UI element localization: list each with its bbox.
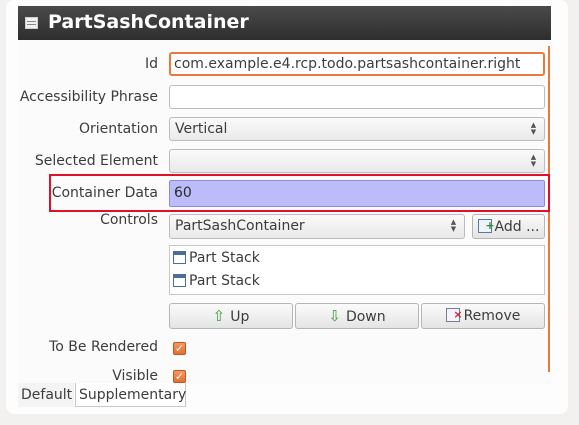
id-field[interactable]: com.example.e4.rcp.todo.partsashcontaine… [169, 52, 545, 76]
id-label: Id [144, 56, 158, 72]
down-button[interactable]: ⇩ Down [295, 303, 419, 329]
remove-icon [445, 303, 463, 327]
arrow-up-icon: ⇧ [212, 307, 226, 325]
selected-element-label: Selected Element [34, 153, 158, 169]
accessibility-label: Accessibility Phrase [19, 89, 158, 105]
list-item-label: Part Stack [189, 273, 260, 289]
spinner-icon: ▲ ▼ [530, 121, 537, 136]
add-button-label: Add ... [494, 219, 540, 235]
arrow-down-icon: ⇩ [328, 307, 341, 325]
tab-supplementary[interactable]: Supplementary [75, 383, 186, 407]
controls-type-value: PartSashContainer [175, 218, 305, 234]
selected-element-select[interactable]: ▲ ▼ [169, 149, 545, 173]
to-be-rendered-checkbox[interactable]: ✓ [173, 342, 186, 355]
visible-checkbox[interactable]: ✓ [173, 370, 186, 383]
controls-type-select[interactable]: PartSashContainer ▲ ▼ [169, 214, 465, 239]
orientation-value: Vertical [175, 121, 228, 137]
container-data-label: Container Data [51, 185, 158, 201]
title-bar: PartSashContainer [18, 6, 551, 40]
spinner-icon: ▲ ▼ [530, 153, 537, 168]
tab-default[interactable]: Default [18, 383, 74, 407]
remove-button[interactable]: Remove [421, 303, 545, 329]
list-item[interactable]: Part Stack [173, 247, 260, 269]
container-data-field[interactable]: 60 [169, 180, 545, 207]
window-icon [25, 17, 38, 29]
up-button-label: Up [230, 309, 250, 325]
add-button[interactable]: Add ... [472, 214, 545, 239]
up-button[interactable]: ⇧ Up [169, 303, 293, 329]
part-stack-icon [173, 274, 186, 287]
visible-label: Visible [112, 368, 158, 384]
accessibility-field[interactable] [169, 85, 545, 109]
part-stack-icon [173, 251, 186, 264]
down-button-label: Down [345, 309, 386, 325]
list-item-label: Part Stack [189, 250, 260, 266]
spinner-icon: ▲ ▼ [450, 218, 457, 233]
to-be-rendered-label: To Be Rendered [49, 339, 158, 355]
page-title: PartSashContainer [48, 11, 249, 33]
controls-list[interactable]: Part Stack Part Stack [169, 245, 545, 295]
remove-button-label: Remove [463, 308, 521, 324]
list-item[interactable]: Part Stack [173, 270, 260, 292]
add-icon [477, 214, 495, 238]
orientation-select[interactable]: Vertical ▲ ▼ [169, 117, 545, 141]
orientation-label: Orientation [78, 121, 158, 137]
controls-label: Controls [100, 212, 158, 228]
